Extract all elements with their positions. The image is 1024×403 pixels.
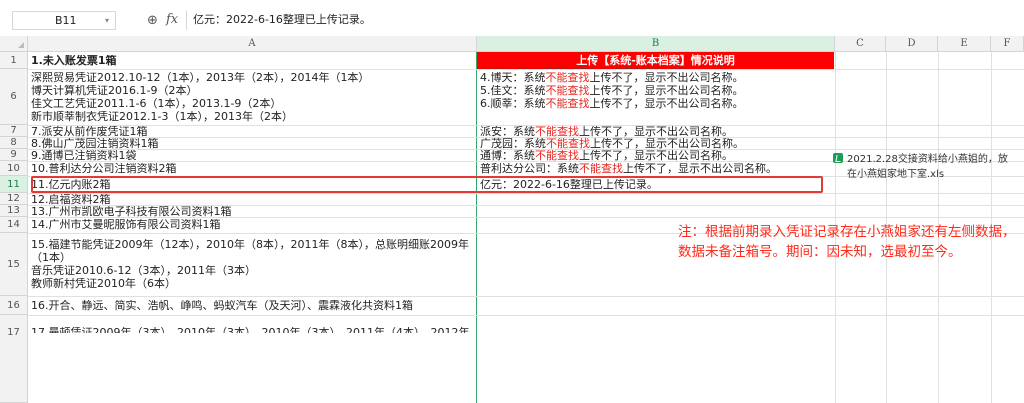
highlight-box xyxy=(31,176,823,193)
cell-a1[interactable]: 1.未入账发票1箱 xyxy=(31,55,117,67)
attachment-label[interactable]: 2021.2.28交接资料给小燕姐的，放 在小燕姐家地下室.xls xyxy=(833,152,1023,182)
row-header-11[interactable]: 11 xyxy=(0,176,28,193)
annotation-note: 注：根据前期录入凭证记录存在小燕姐家还有左侧数据，数据未备注箱号。期间：因未知，… xyxy=(678,224,1016,260)
function-fx-icon[interactable]: fx xyxy=(166,12,178,27)
column-header-c[interactable]: C xyxy=(835,36,886,52)
excel-file-icon xyxy=(833,153,843,163)
cell-a15-line: 音乐凭证2010.6-12（3本），2011年（3本） xyxy=(31,265,256,277)
cell-a10[interactable]: 10.普利达分公司注销资料2箱 xyxy=(31,163,177,175)
cell-a12[interactable]: 12.启福资料2箱 xyxy=(31,194,111,206)
cell-b10[interactable]: 普利达分公司：系统不能查找上传不了，显示不出公司名称。 xyxy=(480,163,835,175)
grid-line xyxy=(28,193,1024,194)
grid-line xyxy=(28,315,1024,316)
row-header-15[interactable]: 15 xyxy=(0,233,28,296)
row-header-9[interactable]: 9 xyxy=(0,149,28,161)
cell-a6-line: 新市顺莘制衣凭证2012.1-3（1本），2013年（2本） xyxy=(31,111,293,123)
cell-a15-line: 教师新村凭证2010年（6本） xyxy=(31,278,176,290)
column-header-e[interactable]: E xyxy=(938,36,991,52)
cell-b9[interactable]: 通博：系统不能查找上传不了，显示不出公司名称。 xyxy=(480,150,733,162)
cell-a16[interactable]: 16.开合、静远、简实、浩帆、峥鸣、蚂蚁汽车（及天河）、震霖液化共资料1箱 xyxy=(31,300,413,312)
cell-a13[interactable]: 13.广州市凯欧电子科技有限公司资料1箱 xyxy=(31,206,232,218)
grid-line xyxy=(28,69,1024,70)
cell-a6-line[interactable]: 深熙贸易凭证2012.10-12（1本），2013年（2本），2014年（1本） xyxy=(31,72,369,84)
cell-b6-line[interactable]: 4.博天：系统不能查找上传不了，显示不出公司名称。 xyxy=(480,72,744,84)
column-header-f[interactable]: F xyxy=(991,36,1024,52)
row-header-14[interactable]: 14 xyxy=(0,217,28,233)
formula-input[interactable]: 亿元：2022-6-16整理已上传记录。 xyxy=(186,11,1024,30)
cell-b6-line: 6.顺莘：系统不能查找上传不了，显示不出公司名称。 xyxy=(480,98,744,110)
row-header-10[interactable]: 10 xyxy=(0,161,28,176)
row-header-8[interactable]: 8 xyxy=(0,137,28,149)
cell-a7[interactable]: 7.派安从前作废凭证1箱 xyxy=(31,126,148,138)
row-header-12[interactable]: 12 xyxy=(0,193,28,205)
selected-column-border xyxy=(476,52,477,403)
row-header-7[interactable]: 7 xyxy=(0,125,28,137)
cell-a6-line: 博天计算机凭证2016.1-9（2本） xyxy=(31,85,198,97)
row-header-17[interactable]: 17 xyxy=(0,315,28,403)
column-header-a[interactable]: A xyxy=(28,36,477,52)
row-header-16[interactable]: 16 xyxy=(0,296,28,315)
cell-b8[interactable]: 广茂园：系统不能查找上传不了，显示不出公司名称。 xyxy=(480,138,744,150)
grid-line xyxy=(28,296,1024,297)
select-all-corner[interactable] xyxy=(0,36,28,52)
name-box[interactable]: B11 ▾ xyxy=(12,11,116,30)
zoom-magnifier-icon[interactable]: ⊕ xyxy=(147,13,158,28)
column-header-d[interactable]: D xyxy=(886,36,938,52)
cell-a15-line[interactable]: 15.福建节能凭证2009年（12本），2010年（8本），2011年（8本），… xyxy=(31,239,469,251)
cell-b7[interactable]: 派安：系统不能查找上传不了，显示不出公司名称。 xyxy=(480,126,733,138)
cell-a14[interactable]: 14.广州市艾曼昵服饰有限公司资料1箱 xyxy=(31,219,221,231)
cell-b-partial: 3.深熙：系统不能查找上传不了，显示不出公司名称。 xyxy=(480,67,696,69)
cell-reference: B11 xyxy=(55,14,77,27)
cell-b6-line: 5.佳文：系统不能查找上传不了，显示不出公司名称。 xyxy=(480,85,744,97)
cell-a6-line: 佳文工艺凭证2011.1-6（1本），2013.1-9（2本） xyxy=(31,98,282,110)
cell-a15-line: （1本） xyxy=(31,252,71,264)
row-header-13[interactable]: 13 xyxy=(0,205,28,217)
formula-bar: B11 ▾ ⊕ fx 亿元：2022-6-16整理已上传记录。 xyxy=(0,0,1024,34)
cell-a9[interactable]: 9.通博已注销资料1袋 xyxy=(31,150,137,162)
cell-a17-partial[interactable]: 17.曼顿凭证2009年（3本），2010年（3本），2010年（3本），201… xyxy=(31,327,469,333)
column-header-b[interactable]: B xyxy=(477,36,835,52)
row-header-1[interactable]: 1 xyxy=(0,52,28,69)
row-header-6[interactable]: 6 xyxy=(0,69,28,125)
cell-a8[interactable]: 8.佛山广茂园注销资料1箱 xyxy=(31,138,159,150)
chevron-down-icon[interactable]: ▾ xyxy=(105,12,109,29)
